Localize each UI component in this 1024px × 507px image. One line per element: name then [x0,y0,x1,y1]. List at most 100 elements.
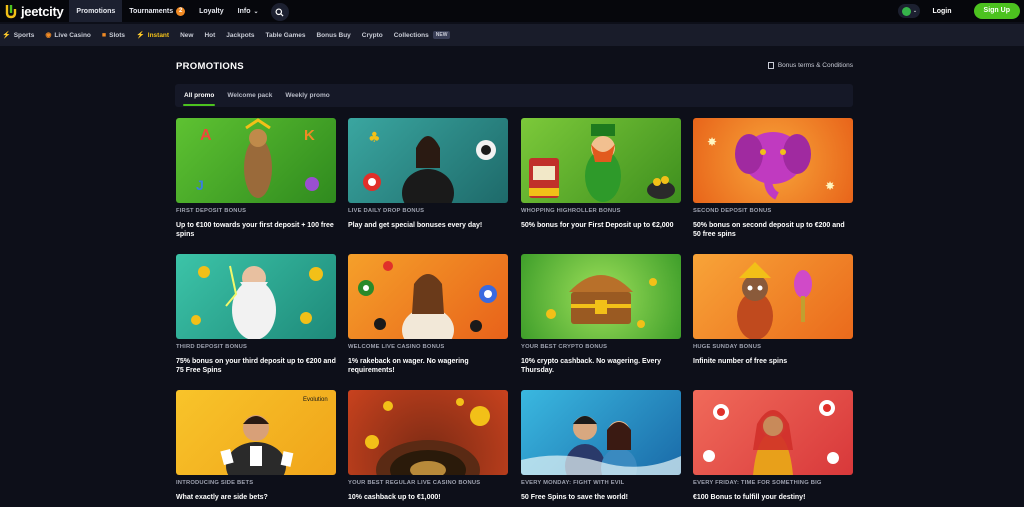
category-collections[interactable]: Collections NEW [394,31,451,39]
bolt-icon: ⚡ [136,32,145,39]
promo-description: €100 Bonus to fulfill your destiny! [693,494,806,501]
nav-label: Loyalty [199,7,224,15]
chevron-down-icon: ⌄ [253,8,259,15]
promo-label: HUGE SUNDAY BONUS [693,344,762,350]
promo-card[interactable]: YOUR BEST CRYPTO BONUS 10% crypto cashba… [521,254,681,375]
promo-label: FIRST DEPOSIT BONUS [176,208,247,214]
login-button[interactable]: Login [932,8,951,15]
category-jackpots[interactable]: Jackpots [226,32,254,39]
category-crypto[interactable]: Crypto [362,32,383,39]
promo-card[interactable]: THIRD DEPOSIT BONUS 75% bonus on your th… [176,254,336,375]
slots-icon: ■ [101,31,107,39]
document-icon [767,62,774,69]
logo-text: jeetcity [21,3,64,19]
promo-description: What exactly are side bets? [176,494,268,501]
promo-label: INTRODUCING SIDE BETS [176,480,254,486]
promo-image [176,254,336,339]
promo-image: Evolution [176,390,336,475]
promo-image: A K J [176,118,336,203]
category-label: Live Casino [54,31,91,39]
nav-promotions[interactable]: Promotions [69,0,123,22]
category-label: Bonus Buy [316,31,351,39]
promo-label: WHOPPING HIGHROLLER BONUS [521,208,621,214]
promo-image [521,390,681,475]
nav-info[interactable]: Info ⌄ [231,0,266,22]
promo-card[interactable]: ✸ ✸ SECOND DEPOSIT BONUS 50% bonus on sec… [693,118,853,239]
promo-card[interactable]: ♣ LIVE DAILY DROP BONUS Play and get spe… [348,118,508,230]
promo-label: WELCOME LIVE CASINO BONUS [348,344,445,350]
promo-image [521,118,681,203]
promo-card[interactable]: HUGE SUNDAY BONUS Infinite number of fre… [693,254,853,366]
category-new[interactable]: New [180,32,193,39]
promo-description: 1% rakeback on wager. No wagering requir… [348,358,469,374]
category-slots[interactable]: ■ Slots [102,32,125,39]
svg-text:♣: ♣ [368,130,381,146]
category-bar: ⚡ Sports ◉ Live Casino ■ Slots ⚡ Instant New… [0,24,1024,46]
promo-label: SECOND DEPOSIT BONUS [693,208,772,214]
promo-card[interactable]: A K J FIRST DEPOSIT BONUS Up to €100 towar… [176,118,336,239]
promo-image [521,254,681,339]
category-instant[interactable]: ⚡ Instant [136,31,170,40]
nav-label: Tournaments [129,7,174,15]
svg-text:A: A [200,127,212,144]
promo-card[interactable]: Evolution INTRODUCING SIDE BETS What exa… [176,390,336,502]
promo-card[interactable]: EVERY MONDAY: FIGHT WITH EVIL 50 Free Sp… [521,390,681,502]
evolution-brand-text: Evolution [303,397,328,403]
nav-label: Info [237,7,251,15]
category-live-casino[interactable]: ◉ Live Casino [45,31,91,40]
promo-description: Up to €100 towards your first deposit + … [176,222,334,238]
tab-welcome-pack[interactable]: Welcome pack [222,84,277,107]
promo-card[interactable]: WHOPPING HIGHROLLER BONUS 50% bonus for … [521,118,681,230]
category-sports[interactable]: ⚡ Sports [2,31,34,40]
chevron-down-icon: ⌄ [912,8,918,14]
category-label: Crypto [361,31,383,39]
tab-weekly-promo[interactable]: Weekly promo [280,84,334,107]
ball-icon: ⚡ [2,32,11,39]
category-hot[interactable]: Hot [204,32,215,39]
signup-button[interactable]: Sign Up [973,3,1020,19]
promo-description: 10% crypto cashback. No wagering. Every … [521,358,662,374]
bonus-terms-link[interactable]: Bonus terms & Conditions [767,62,853,69]
category-label: New [180,31,194,39]
new-tag: NEW [432,31,451,39]
language-selector[interactable]: ⌄ [898,4,921,18]
tab-all-promo[interactable]: All promo [179,84,219,107]
promo-card[interactable]: EVERY FRIDAY: TIME FOR SOMETHING BIG €10… [693,390,853,502]
promo-label: EVERY FRIDAY: TIME FOR SOMETHING BIG [693,480,822,486]
category-label: Table Games [265,31,306,39]
nav-tournaments[interactable]: Tournaments 2 [122,0,192,22]
logo-icon [4,3,18,19]
promo-image [348,390,508,475]
promo-image [693,390,853,475]
svg-text:K: K [304,127,315,144]
globe-icon [901,6,911,16]
tournaments-badge: 2 [176,6,186,16]
promo-description: Infinite number of free spins [693,358,788,365]
header-actions: ⌄ Login Sign Up [898,0,1024,22]
page-title: PROMOTIONS [176,61,244,72]
promo-label: LIVE DAILY DROP BONUS [348,208,425,214]
promo-description: 75% bonus on your third deposit up to €2… [176,358,336,374]
nav-loyalty[interactable]: Loyalty [192,0,231,22]
category-label: Slots [109,31,126,39]
promo-label: EVERY MONDAY: FIGHT WITH EVIL [521,480,625,486]
category-table-games[interactable]: Table Games [265,32,305,39]
promo-description: 50% bonus for your First Deposit up to €… [521,222,674,229]
search-button[interactable] [270,3,289,21]
search-icon [275,7,284,17]
promo-image [348,254,508,339]
promo-card[interactable]: YOUR BEST REGULAR LIVE CASINO BONUS 10% … [348,390,508,502]
category-label: Instant [147,31,170,39]
promo-image [693,254,853,339]
terms-label: Bonus terms & Conditions [777,62,853,69]
category-bonus-buy[interactable]: Bonus Buy [316,32,350,39]
live-icon: ◉ [45,32,52,39]
promo-description: Play and get special bonuses every day! [348,222,483,229]
promo-tabs: All promo Welcome pack Weekly promo [175,84,853,107]
nav-label: Promotions [76,7,116,15]
logo[interactable]: jeetcity [4,0,64,22]
promo-image: ✸ ✸ [693,118,853,203]
promo-card[interactable]: WELCOME LIVE CASINO BONUS 1% rakeback on… [348,254,508,375]
tab-label: Weekly promo [285,92,330,99]
promo-description: 50% bonus on second deposit up to €200 a… [693,222,845,238]
